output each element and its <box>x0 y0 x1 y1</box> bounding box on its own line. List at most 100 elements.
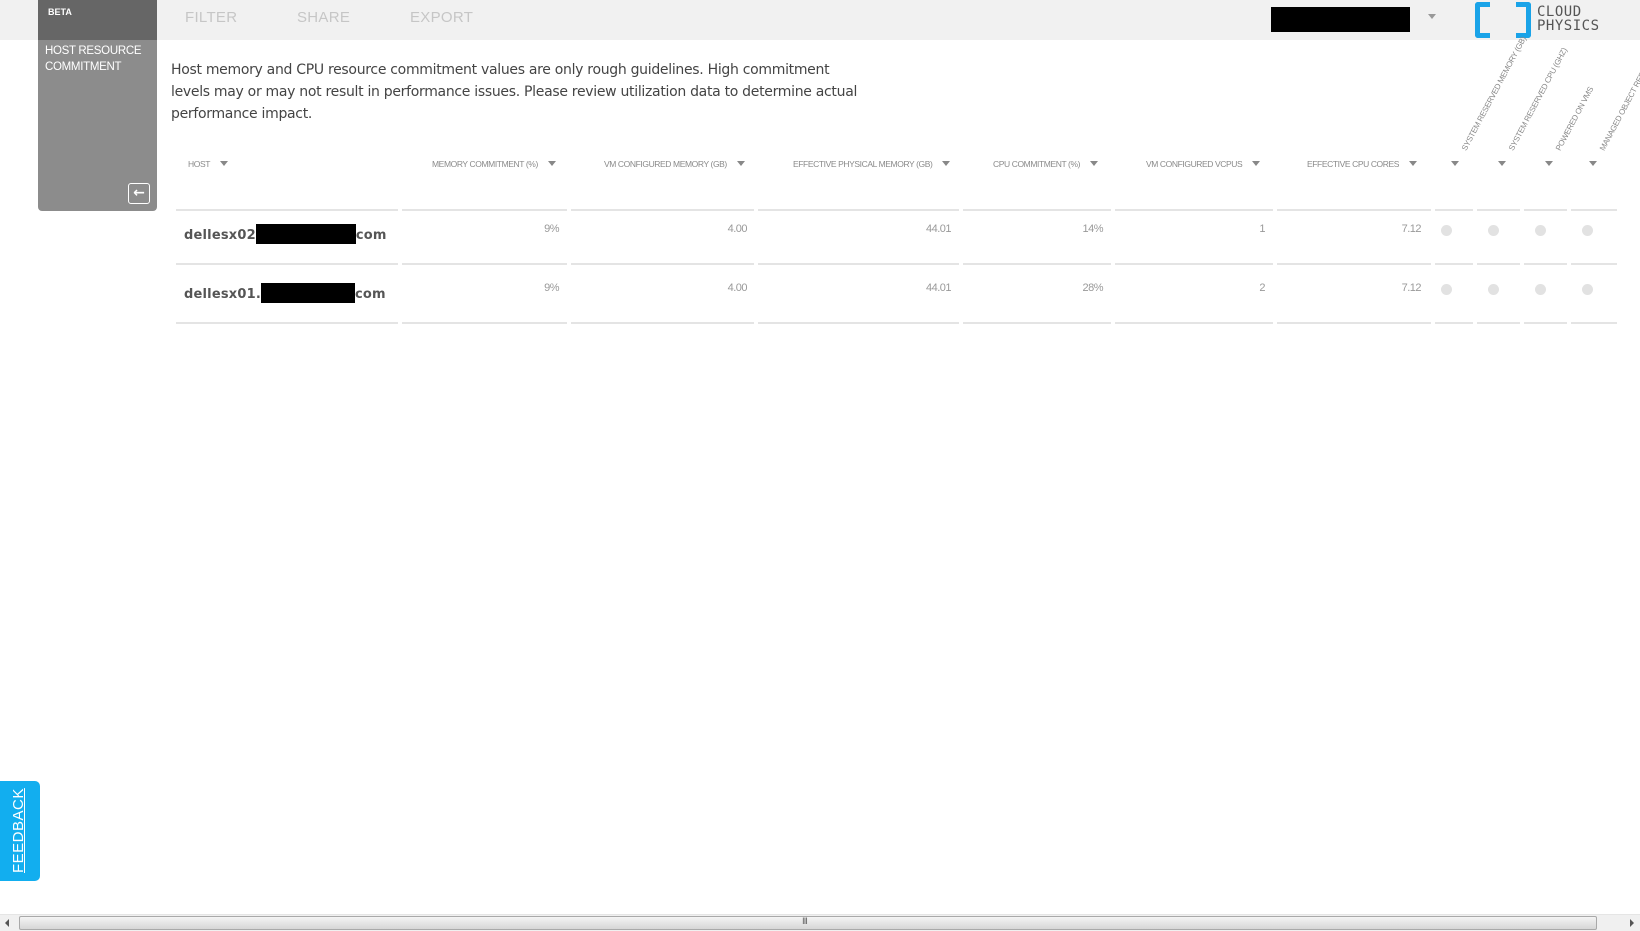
sort-caret-icon[interactable] <box>1589 161 1597 166</box>
separator <box>1477 322 1520 324</box>
column-header-managed-object-reference[interactable]: MANAGED OBJECT REFERENCE <box>1598 43 1640 152</box>
effective-cpu-cores-cell: 7.12 <box>1401 282 1422 294</box>
sidebar: HOST RESOURCE COMMITMENT ← <box>38 40 157 211</box>
app-root: BETA FILTER SHARE EXPORT CLOUD PHYSICS H… <box>0 0 1640 931</box>
beta-label: BETA <box>48 7 72 17</box>
separator <box>1435 263 1473 265</box>
memory-commitment-cell: 9% <box>544 223 559 235</box>
scroll-left-arrow-icon[interactable] <box>5 919 9 927</box>
cpu-commitment-cell: 28% <box>1082 282 1103 294</box>
column-header-cpu-commitment[interactable]: CPU COMMITMENT (%) <box>993 159 1099 173</box>
sort-caret-icon[interactable] <box>1498 161 1506 166</box>
column-header-effective-physical-memory[interactable]: EFFECTIVE PHYSICAL MEMORY (GB) <box>793 159 951 173</box>
status-dot-icon <box>1535 284 1546 295</box>
separator <box>1571 322 1617 324</box>
status-dot-icon <box>1582 225 1593 236</box>
sort-caret-icon[interactable] <box>1090 161 1099 166</box>
scrollbar-thumb[interactable]: III <box>19 916 1597 930</box>
separator <box>1435 322 1473 324</box>
host-name-prefix: dellesx01. <box>184 287 262 302</box>
separator <box>571 322 754 324</box>
top-bar: BETA FILTER SHARE EXPORT CLOUD PHYSICS <box>0 0 1640 40</box>
column-header-label: HOST <box>188 159 211 169</box>
separator <box>963 322 1111 324</box>
separator <box>758 322 959 324</box>
arrow-left-icon: ← <box>133 185 145 201</box>
export-button[interactable]: EXPORT <box>410 9 473 26</box>
column-header-label: EFFECTIVE CPU CORES <box>1307 159 1400 169</box>
sort-caret-icon[interactable] <box>1451 161 1459 166</box>
status-dot-icon <box>1488 284 1499 295</box>
column-header-label: EFFECTIVE PHYSICAL MEMORY (GB) <box>793 159 933 169</box>
logo-text: CLOUD PHYSICS <box>1537 5 1600 33</box>
status-dot-icon <box>1441 225 1452 236</box>
separator <box>1571 263 1617 265</box>
separator <box>571 209 754 211</box>
sort-caret-icon[interactable] <box>1409 161 1418 166</box>
host-cell[interactable]: dellesx01. com <box>184 283 386 303</box>
column-header-label: VM CONFIGURED VCPUS <box>1146 159 1243 169</box>
separator <box>1524 263 1567 265</box>
scroll-right-arrow-icon[interactable] <box>1630 919 1634 927</box>
logo-line-2: PHYSICS <box>1537 18 1600 34</box>
feedback-label: FEEDBACK <box>10 788 27 873</box>
description-text: Host memory and CPU resource commitment … <box>171 62 858 122</box>
host-cell[interactable]: dellesx02 com <box>184 224 387 244</box>
host-name-suffix: com <box>355 228 387 243</box>
scrollbar-grip-icon: III <box>802 917 808 927</box>
separator <box>1477 209 1520 211</box>
column-header-host[interactable]: HOST <box>188 159 229 173</box>
separator <box>176 322 398 324</box>
vm-configured-memory-cell: 4.00 <box>727 223 748 235</box>
separator <box>758 263 959 265</box>
sort-caret-icon[interactable] <box>547 161 556 166</box>
column-header-powered-on-vms[interactable]: POWERED ON VMS <box>1554 85 1595 152</box>
column-header-effective-cpu-cores[interactable]: EFFECTIVE CPU CORES <box>1307 159 1418 173</box>
separator <box>402 209 567 211</box>
filter-button[interactable]: FILTER <box>185 9 237 26</box>
sort-caret-icon[interactable] <box>220 161 229 166</box>
vm-configured-memory-cell: 4.00 <box>727 282 748 294</box>
redacted-block <box>261 283 356 303</box>
cpu-commitment-cell: 14% <box>1082 223 1103 235</box>
separator <box>571 263 754 265</box>
separator <box>1277 209 1431 211</box>
host-name-suffix: com <box>355 287 386 302</box>
horizontal-scrollbar[interactable]: III <box>0 914 1640 931</box>
separator <box>1524 209 1567 211</box>
column-header-vm-configured-memory[interactable]: VM CONFIGURED MEMORY (GB) <box>604 159 745 173</box>
logo-bracket-left-icon <box>1475 2 1490 38</box>
sort-caret-icon[interactable] <box>1545 161 1553 166</box>
separator <box>963 263 1111 265</box>
effective-cpu-cores-cell: 7.12 <box>1401 223 1422 235</box>
sort-caret-icon[interactable] <box>942 161 951 166</box>
collapse-sidebar-button[interactable]: ← <box>128 183 150 204</box>
status-dot-icon <box>1441 284 1452 295</box>
separator <box>758 209 959 211</box>
separator <box>1524 322 1567 324</box>
separator <box>1277 263 1431 265</box>
separator <box>1115 322 1273 324</box>
status-dot-icon <box>1535 225 1546 236</box>
column-header-label: VM CONFIGURED MEMORY (GB) <box>604 159 727 169</box>
cloudphysics-logo[interactable]: CLOUD PHYSICS <box>1475 2 1635 38</box>
sort-caret-icon[interactable] <box>736 161 745 166</box>
status-dot-icon <box>1582 284 1593 295</box>
chevron-down-icon[interactable] <box>1428 14 1436 19</box>
share-button[interactable]: SHARE <box>297 9 350 26</box>
separator <box>1435 209 1473 211</box>
sort-caret-icon[interactable] <box>1252 161 1261 166</box>
effective-physical-memory-cell: 44.01 <box>925 223 952 235</box>
feedback-tab[interactable]: FEEDBACK <box>0 781 40 881</box>
account-selector-redacted[interactable] <box>1271 7 1410 32</box>
logo-bracket-right-icon <box>1516 2 1531 38</box>
sidebar-title[interactable]: HOST RESOURCE COMMITMENT <box>45 43 155 75</box>
separator <box>1115 263 1273 265</box>
logo-line-1: CLOUD <box>1537 4 1582 20</box>
column-header-vm-configured-vcpus[interactable]: VM CONFIGURED VCPUS <box>1146 159 1261 173</box>
separator <box>402 263 567 265</box>
column-header-memory-commitment[interactable]: MEMORY COMMITMENT (%) <box>432 159 556 173</box>
separator <box>963 209 1111 211</box>
effective-physical-memory-cell: 44.01 <box>925 282 952 294</box>
host-name-prefix: dellesx02 <box>184 228 256 243</box>
